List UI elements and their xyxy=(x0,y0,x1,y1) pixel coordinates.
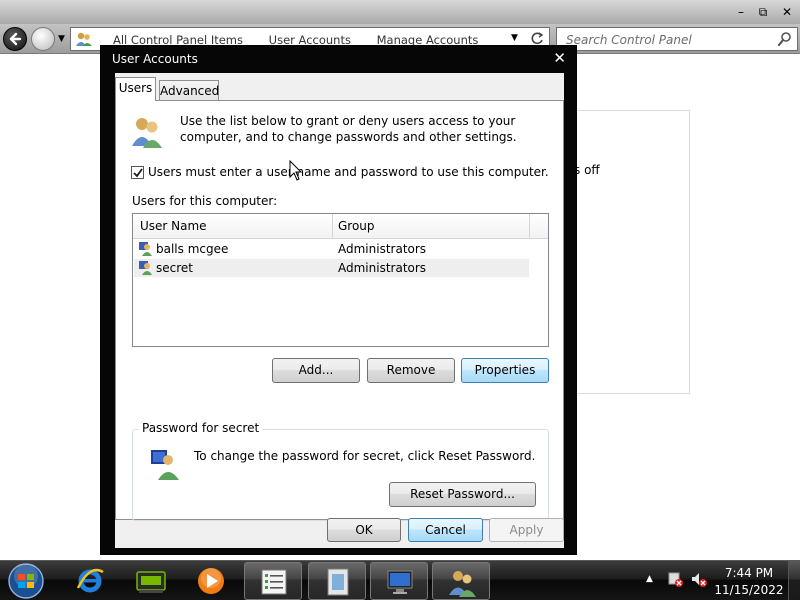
background-text: s off xyxy=(574,163,600,177)
background-panel xyxy=(560,110,690,394)
forward-button[interactable] xyxy=(31,27,55,51)
taskbar-document[interactable] xyxy=(308,562,366,600)
cancel-button[interactable]: Cancel xyxy=(408,518,483,542)
user-name-cell: balls mcgee xyxy=(156,242,229,256)
taskbar-user-accounts[interactable] xyxy=(432,562,490,600)
add-user-button[interactable]: Add... xyxy=(272,358,360,383)
column-header-group[interactable]: Group xyxy=(338,219,375,233)
recycle-doc-icon xyxy=(327,568,349,596)
back-button[interactable] xyxy=(3,27,27,51)
user-name-cell: secret xyxy=(156,261,193,275)
action-center-icon[interactable] xyxy=(666,570,684,588)
media-player-icon xyxy=(198,568,224,594)
user-accounts-dialog: User Accounts ✕ Users Advanced Use the l… xyxy=(100,45,577,555)
maximize-button[interactable]: ⧉ xyxy=(752,3,774,21)
clock-date[interactable]: 11/15/2022 xyxy=(712,583,786,597)
mouse-cursor-icon xyxy=(289,160,303,181)
close-button[interactable]: ✕ xyxy=(776,3,798,21)
show-hidden-icons-icon[interactable]: ▲ xyxy=(646,574,653,584)
search-placeholder: Search Control Panel xyxy=(566,33,692,47)
taskbar-remote-desktop[interactable] xyxy=(370,562,428,600)
checkmark-icon xyxy=(133,168,143,178)
column-divider[interactable] xyxy=(529,214,530,239)
clock-time[interactable]: 7:44 PM xyxy=(712,566,786,580)
user-icon xyxy=(139,261,152,275)
reset-password-button[interactable]: Reset Password... xyxy=(389,482,536,507)
tab-users[interactable]: Users xyxy=(115,77,156,101)
tab-advanced[interactable]: Advanced xyxy=(159,80,219,101)
table-row-selected[interactable]: secret Administrators xyxy=(134,259,529,277)
users-tab-panel: Use the list below to grant or deny user… xyxy=(115,100,564,521)
require-password-checkbox[interactable] xyxy=(131,166,144,179)
password-group-title: Password for secret xyxy=(139,421,263,435)
properties-button[interactable]: Properties xyxy=(461,358,549,383)
show-desktop-button[interactable] xyxy=(788,561,800,600)
user-accounts-icon xyxy=(449,571,476,597)
internet-explorer-icon xyxy=(76,568,104,593)
volume-muted-icon[interactable] xyxy=(690,570,708,588)
dialog-client-area: Users Advanced Use the list below to gra… xyxy=(115,73,564,548)
remove-user-button[interactable]: Remove xyxy=(367,358,455,383)
back-arrow-icon xyxy=(9,32,22,46)
password-hint-text: To change the password for secret, click… xyxy=(194,449,536,463)
user-group-cell: Administrators xyxy=(338,261,427,275)
user-icon xyxy=(139,242,152,256)
users-list[interactable]: User Name Group balls mcgee Administrato… xyxy=(132,213,549,347)
taskbar-media-player[interactable] xyxy=(182,562,240,600)
table-row[interactable]: balls mcgee Administrators xyxy=(134,240,529,258)
apply-button[interactable]: Apply xyxy=(489,518,564,542)
taskbar: ▲ 7:44 PM 11/15/2022 xyxy=(0,560,800,600)
require-password-label[interactable]: Users must enter a user name and passwor… xyxy=(148,165,549,179)
list-header: User Name Group xyxy=(133,214,548,239)
minimize-button[interactable]: – xyxy=(730,3,752,21)
address-dropdown-icon[interactable]: ▼ xyxy=(511,33,518,43)
dialog-close-button[interactable]: ✕ xyxy=(553,49,566,67)
user-icon xyxy=(151,450,179,480)
users-icon xyxy=(132,118,162,148)
explorer-titlebar: – ⧉ ✕ xyxy=(0,0,800,24)
taskbar-internet-explorer[interactable] xyxy=(61,562,119,600)
start-button[interactable] xyxy=(6,562,46,600)
dialog-title: User Accounts xyxy=(112,52,198,66)
history-dropdown-icon[interactable]: ▼ xyxy=(58,34,65,44)
column-header-user-name[interactable]: User Name xyxy=(140,219,207,233)
search-icon[interactable] xyxy=(777,31,793,47)
ok-button[interactable]: OK xyxy=(327,518,401,542)
search-input[interactable]: Search Control Panel xyxy=(556,27,798,51)
users-list-label: Users for this computer: xyxy=(132,194,278,208)
nvidia-icon xyxy=(136,571,166,593)
taskbar-nvidia[interactable] xyxy=(121,562,179,600)
remote-desktop-icon xyxy=(387,570,413,594)
control-panel-icon xyxy=(76,32,92,46)
column-divider[interactable] xyxy=(332,214,333,239)
taskbar-task-list[interactable] xyxy=(244,562,302,600)
intro-text: Use the list below to grant or deny user… xyxy=(180,114,517,144)
task-list-icon xyxy=(261,569,287,595)
password-group: Password for secret To change the passwo… xyxy=(132,421,549,521)
user-group-cell: Administrators xyxy=(338,242,427,256)
